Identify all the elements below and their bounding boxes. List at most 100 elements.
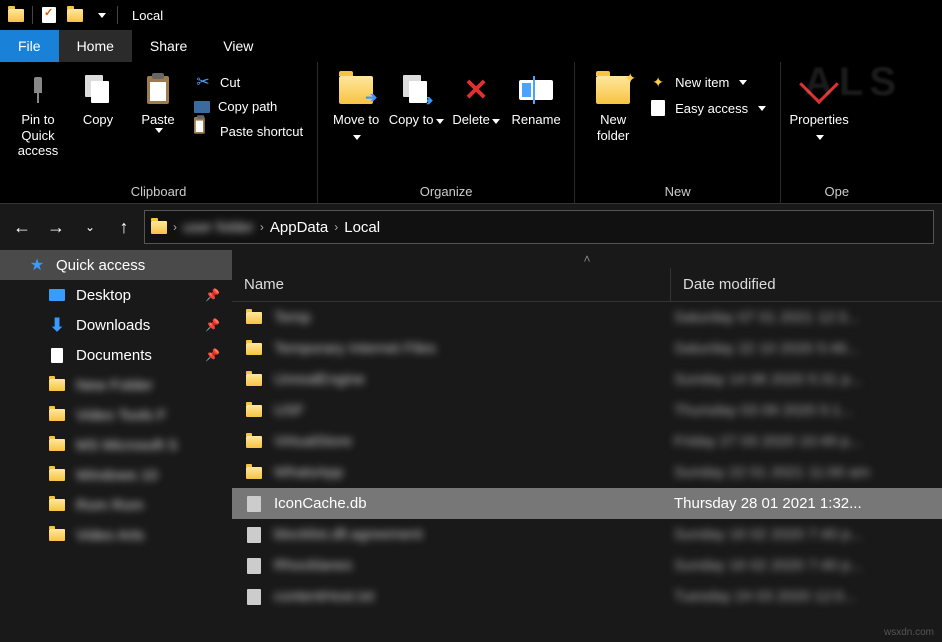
ribbon-group-clipboard: Pin to Quick access Copy Paste ✂ Cut Cop…: [0, 62, 318, 203]
file-row[interactable]: WhatsAppSunday 22 01 2021 11:00 am: [232, 457, 942, 488]
paste-dropdown-icon: [155, 128, 163, 133]
back-button[interactable]: ←: [8, 213, 36, 241]
breadcrumb-appdata[interactable]: AppData: [270, 219, 328, 236]
easy-access-button[interactable]: Easy access: [643, 96, 772, 120]
file-row[interactable]: TempSaturday 07 01 2021 12:3...: [232, 302, 942, 333]
tab-file[interactable]: File: [0, 30, 59, 62]
rename-label: Rename: [512, 112, 561, 128]
file-row[interactable]: contentHost.txtTuesday 24 03 2020 12:0..…: [232, 581, 942, 612]
qat-divider: [32, 6, 33, 24]
sidebar-label: Windows 10: [76, 467, 158, 484]
file-row-selected[interactable]: IconCache.dbThursday 28 01 2021 1:32...: [232, 488, 942, 519]
rename-icon: [519, 80, 553, 100]
easy-access-caret-icon: [758, 106, 766, 111]
new-item-caret-icon: [739, 80, 747, 85]
pin-to-quick-access-button[interactable]: Pin to Quick access: [8, 66, 68, 163]
breadcrumb-user[interactable]: user folder: [183, 219, 254, 236]
new-item-icon: ✦: [649, 73, 667, 91]
move-to-icon: ➔: [339, 76, 373, 104]
column-headers: Name Date modified: [232, 268, 942, 302]
column-date-modified[interactable]: Date modified: [670, 268, 942, 301]
tab-home[interactable]: Home: [59, 30, 132, 62]
sidebar-item-blurred[interactable]: Windows 10: [0, 460, 232, 490]
pin-icon: 📌: [205, 318, 220, 332]
properties-label: Properties: [789, 112, 848, 143]
folder-icon: [48, 466, 66, 484]
properties-button[interactable]: Properties: [789, 66, 849, 147]
watermark-text: wsxdn.com: [884, 627, 934, 638]
sidebar-item-blurred[interactable]: New Folder: [0, 370, 232, 400]
cut-button[interactable]: ✂ Cut: [188, 70, 309, 94]
collapse-ribbon-caret[interactable]: ˄: [232, 250, 942, 268]
sidebar-item-blurred[interactable]: Video Tools F: [0, 400, 232, 430]
downloads-icon: ⬇: [48, 316, 66, 334]
pin-icon: [25, 77, 51, 103]
star-icon: ★: [28, 256, 46, 274]
ribbon-group-new: ✦ New folder ✦ New item Easy access New: [575, 62, 781, 203]
title-bar: Local: [0, 0, 942, 30]
sidebar-label: New Folder: [76, 377, 153, 394]
sidebar-label: Desktop: [76, 287, 131, 304]
navigation-bar: ← → ⌄ ↑ › user folder › AppData › Local: [0, 204, 942, 250]
new-folder-button[interactable]: ✦ New folder: [583, 66, 643, 147]
copy-path-button[interactable]: Copy path: [188, 96, 309, 117]
file-row[interactable]: UnrealEngineSunday 14 06 2020 5:31 p...: [232, 364, 942, 395]
qat-customize-dropdown[interactable]: [91, 5, 111, 25]
sidebar-quick-access[interactable]: ★ Quick access: [0, 250, 232, 280]
new-folder-label: New folder: [585, 112, 641, 143]
file-row[interactable]: Temporary Internet FilesSaturday 22 10 2…: [232, 333, 942, 364]
address-bar[interactable]: › user folder › AppData › Local: [144, 210, 934, 244]
documents-icon: [48, 346, 66, 364]
column-name[interactable]: Name: [232, 268, 670, 301]
file-icon: [244, 496, 264, 512]
folder-icon: [244, 467, 264, 479]
address-folder-icon: [151, 221, 167, 234]
sidebar-item-blurred[interactable]: Video Arts: [0, 520, 232, 550]
tab-share[interactable]: Share: [132, 30, 205, 62]
rename-button[interactable]: Rename: [506, 66, 566, 132]
folder-icon: [48, 436, 66, 454]
new-group-label: New: [583, 182, 772, 201]
recent-locations-dropdown[interactable]: ⌄: [76, 213, 104, 241]
up-button[interactable]: ↑: [110, 213, 138, 241]
sidebar-item-blurred[interactable]: Rom Rom: [0, 490, 232, 520]
file-row[interactable]: blocklist.dll.agreementSunday 16 02 2020…: [232, 519, 942, 550]
ribbon: Pin to Quick access Copy Paste ✂ Cut Cop…: [0, 62, 942, 204]
paste-button[interactable]: Paste: [128, 66, 188, 137]
folder-icon: [244, 436, 264, 448]
folder-icon: [244, 312, 264, 324]
app-folder-icon: [6, 5, 26, 25]
forward-button[interactable]: →: [42, 213, 70, 241]
folder-icon: [244, 374, 264, 386]
navigation-pane: ˄ ★ Quick access Desktop 📌 ⬇ Downloads 📌…: [0, 250, 232, 642]
paste-shortcut-button[interactable]: Paste shortcut: [188, 119, 309, 143]
copy-to-icon: ➔: [403, 75, 429, 105]
paste-icon: [147, 76, 169, 104]
sidebar-downloads[interactable]: ⬇ Downloads 📌: [0, 310, 232, 340]
breadcrumb-local[interactable]: Local: [344, 219, 380, 236]
qat-newfolder-icon[interactable]: [65, 5, 85, 25]
sidebar-desktop[interactable]: Desktop 📌: [0, 280, 232, 310]
new-item-label: New item: [675, 75, 729, 90]
clipboard-group-label: Clipboard: [8, 182, 309, 201]
ribbon-tabs: File Home Share View: [0, 30, 942, 62]
file-row[interactable]: VirtualStoreFriday 27 03 2020 10:49 p...: [232, 426, 942, 457]
delete-button[interactable]: ✕ Delete: [446, 66, 506, 132]
file-row[interactable]: USFThursday 03 09 2020 5:1...: [232, 395, 942, 426]
new-item-button[interactable]: ✦ New item: [643, 70, 772, 94]
qat-properties-icon[interactable]: [39, 5, 59, 25]
folder-icon: [244, 405, 264, 417]
folder-icon: [244, 343, 264, 355]
checkmark-icon: [799, 65, 839, 105]
pin-icon: 📌: [205, 288, 220, 302]
copy-to-button[interactable]: ➔ Copy to: [386, 66, 446, 132]
folder-icon: [48, 496, 66, 514]
sidebar-documents[interactable]: Documents 📌: [0, 340, 232, 370]
open-group-label: Ope: [789, 182, 849, 201]
sidebar-item-blurred[interactable]: MS Microsoft S: [0, 430, 232, 460]
copy-path-icon: [194, 101, 210, 113]
copy-button[interactable]: Copy: [68, 66, 128, 132]
move-to-button[interactable]: ➔ Move to: [326, 66, 386, 147]
tab-view[interactable]: View: [205, 30, 271, 62]
file-row[interactable]: RhocklanesSunday 16 02 2020 7:40 p...: [232, 550, 942, 581]
